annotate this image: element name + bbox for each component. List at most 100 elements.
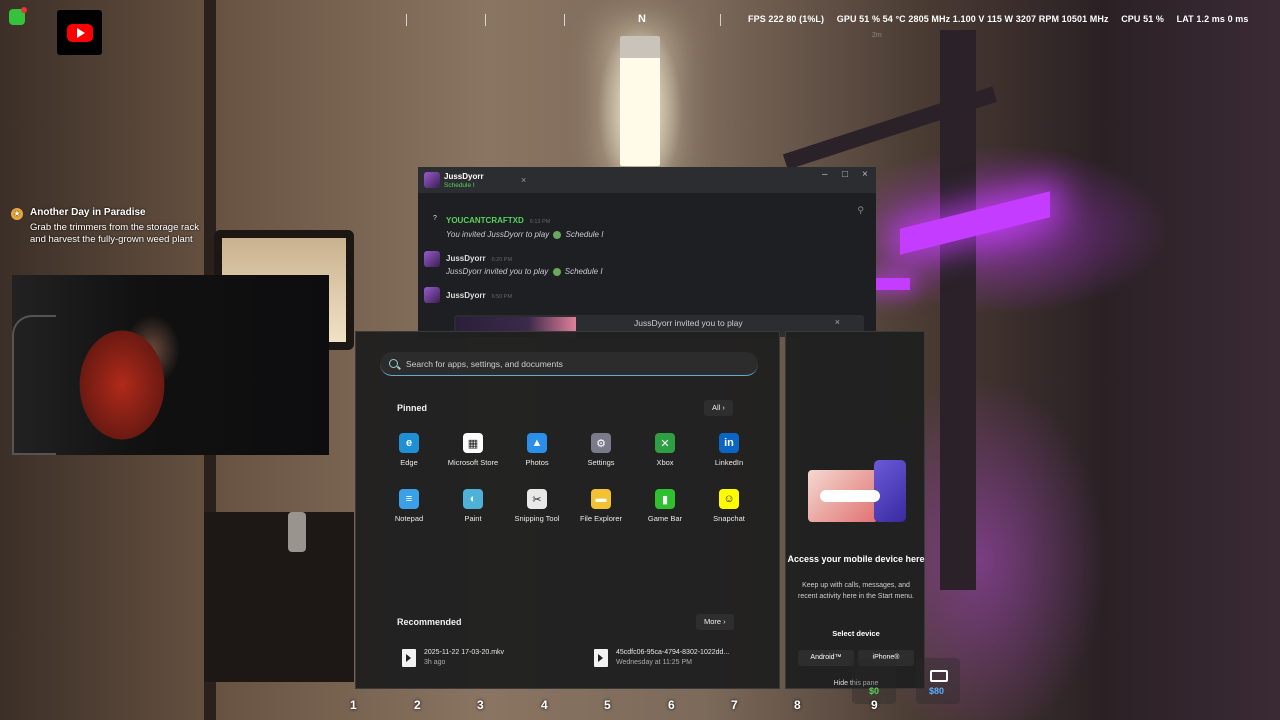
recommended-item[interactable]: 2025-11-22 17-03-20.mkv 3h ago (402, 649, 572, 679)
more-button[interactable]: More › (696, 614, 734, 630)
message-text-prefix: You invited JussDyorr to play (446, 230, 550, 239)
embed-close-icon[interactable]: × (835, 317, 840, 327)
hud-top-bar: N FPS 222 80 (1%L) GPU 51 % 54 °C 2805 M… (0, 10, 1280, 30)
recommended-time: 3h ago (424, 659, 446, 666)
quest-tracker: ★ Another Day in Paradise Grab the trimm… (11, 207, 201, 247)
close-icon[interactable]: × (862, 169, 868, 180)
hotbar-slot-number[interactable]: 8 (794, 698, 801, 712)
gamebar-icon: ▮ (655, 489, 675, 509)
pinned-app-photos[interactable]: ▲ Photos (505, 433, 569, 467)
scene-faucet (288, 512, 306, 552)
pinned-app-game-bar[interactable]: ▮ Game Bar (633, 489, 697, 523)
maximize-icon[interactable]: □ (842, 169, 848, 180)
webcam-overlay (12, 275, 329, 455)
chat-tab-subtitle: Schedule I (444, 182, 475, 189)
pinned-app-label: Microsoft Store (447, 458, 499, 467)
pinned-app-linkedin[interactable]: in LinkedIn (697, 433, 761, 467)
performance-overlay: FPS 222 80 (1%L) GPU 51 % 54 °C 2805 MHz… (748, 14, 1252, 24)
message-game-name[interactable]: Schedule I (566, 230, 604, 239)
message-author[interactable]: JussDyorr 6:20 PM (446, 254, 512, 263)
chat-window[interactable]: JussDyorr Schedule I × – □ × ⚲ ? YOUCANT… (418, 167, 876, 337)
compass: N (400, 10, 730, 30)
pinned-app-label: LinkedIn (714, 458, 744, 467)
hotbar-slot-number[interactable]: 5 (604, 698, 611, 712)
search-input[interactable]: Search for apps, settings, and documents (380, 352, 758, 376)
message-game-name[interactable]: Schedule I (565, 267, 603, 276)
start-main-pane: Search for apps, settings, and documents… (355, 331, 780, 689)
gear-icon: ⚙ (591, 433, 611, 453)
pin-icon[interactable]: ⚲ (857, 205, 864, 216)
pinned-app-label: Settings (587, 458, 615, 467)
message-author[interactable]: JussDyorr 6:50 PM (446, 291, 512, 300)
chat-titlebar[interactable]: JussDyorr Schedule I × – □ × (418, 167, 876, 193)
hotbar-slot-number[interactable]: 4 (541, 698, 548, 712)
pinned-app-label: Edge (400, 458, 418, 467)
pinned-app-label: File Explorer (579, 514, 623, 523)
scene-grow-light-small (870, 278, 910, 290)
scene-pipe (940, 30, 976, 590)
compass-tick (564, 14, 565, 26)
notepad-icon: ≡ (399, 489, 419, 509)
folder-icon: ▬ (591, 489, 611, 509)
hotbar-slot-number[interactable]: 7 (731, 698, 738, 712)
cash-amount: $0 (869, 686, 880, 696)
pinned-app-edge[interactable]: e Edge (377, 433, 441, 467)
message-author-name[interactable]: YOUCANTCRAFTXD (446, 216, 524, 225)
paint-icon: ◐ (463, 489, 483, 509)
gpu-readout: GPU 51 % 54 °C 2805 MHz 1.100 V 115 W 32… (836, 14, 1109, 24)
compass-tick (720, 14, 721, 26)
pinned-app-notepad[interactable]: ≡ Notepad (377, 489, 441, 523)
android-button[interactable]: Android™ (798, 650, 854, 666)
webcam-chair (12, 315, 56, 455)
latency-readout: LAT 1.2 ms 0 ms (1176, 14, 1249, 24)
recommended-title: Recommended (397, 617, 462, 627)
message-author[interactable]: YOUCANTCRAFTXD 6:13 PM (446, 216, 550, 225)
hotbar-slot-number[interactable]: 1 (350, 698, 357, 712)
all-apps-label: All (712, 403, 721, 412)
game-invite-text: JussDyorr invited you to play (634, 318, 743, 328)
recommended-item[interactable]: 45cdfc06-95ca-4794-8302-1022dd... Wednes… (594, 649, 764, 679)
message-time: 6:20 PM (491, 257, 513, 263)
bank-amount: $80 (929, 686, 945, 696)
all-apps-button[interactable]: All › (704, 400, 733, 416)
hotbar-slot-number[interactable]: 9 (871, 698, 878, 712)
pinned-app-settings[interactable]: ⚙ Settings (569, 433, 633, 467)
cpu-readout: CPU 51 % (1121, 14, 1165, 24)
avatar[interactable] (424, 287, 440, 303)
pinned-app-microsoft-store[interactable]: ▦ Microsoft Store (441, 433, 505, 467)
message-author-name[interactable]: JussDyorr (446, 291, 486, 300)
youtube-logo-icon (57, 10, 102, 55)
phone-link-pane: Access your mobile device here Keep up w… (785, 331, 925, 689)
pinned-app-xbox[interactable]: ✕ Xbox (633, 433, 697, 467)
select-device-label: Select device (832, 629, 880, 638)
credit-card-icon (930, 670, 948, 682)
pinned-app-label: Xbox (656, 458, 674, 467)
quest-title: Another Day in Paradise (30, 207, 146, 218)
recommended-name: 2025-11-22 17-03-20.mkv (424, 649, 505, 656)
avatar[interactable] (424, 251, 440, 267)
pinned-app-paint[interactable]: ◐ Paint (441, 489, 505, 523)
snapchat-icon: ☺ (719, 489, 739, 509)
video-file-icon (402, 649, 416, 667)
message-author-name[interactable]: JussDyorr (446, 254, 486, 263)
phone-link-illustration (808, 460, 906, 522)
hotbar-slot-number[interactable]: 3 (477, 698, 484, 712)
phone-shape (874, 460, 906, 522)
pinned-app-snapchat[interactable]: ☺ Snapchat (697, 489, 761, 523)
message-text: JussDyorr invited you to play Schedule I (446, 267, 603, 276)
start-menu[interactable]: Search for apps, settings, and documents… (355, 331, 925, 689)
pinned-app-snipping-tool[interactable]: ✂ Snipping Tool (505, 489, 569, 523)
hotbar-slot-number[interactable]: 6 (668, 698, 675, 712)
hotbar-slot-number[interactable]: 2 (414, 698, 421, 712)
more-label: More (704, 617, 722, 626)
scene-ceiling-light (620, 36, 660, 166)
scene-counter (204, 512, 354, 682)
minimize-icon[interactable]: – (822, 169, 828, 180)
chat-tab-name[interactable]: JussDyorr (444, 172, 484, 181)
phone-link-description: Keep up with calls, messages, and recent… (798, 582, 914, 600)
message-time: 6:50 PM (491, 294, 513, 300)
pinned-app-file-explorer[interactable]: ▬ File Explorer (569, 489, 633, 523)
game-icon (553, 230, 562, 239)
store-icon: ▦ (463, 433, 483, 453)
tab-close-icon[interactable]: × (521, 175, 526, 185)
